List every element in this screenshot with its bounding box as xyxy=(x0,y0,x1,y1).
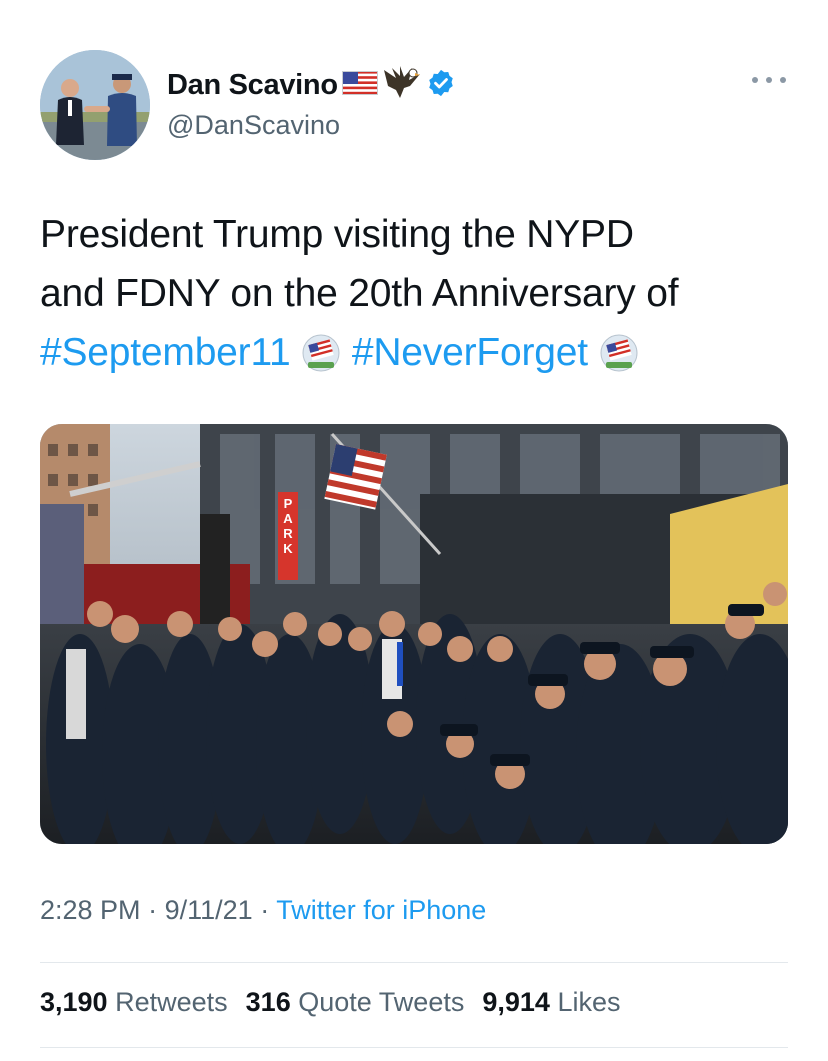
eagle-icon xyxy=(382,64,422,107)
svg-text:R: R xyxy=(283,526,293,541)
tweet-time[interactable]: 2:28 PM xyxy=(40,895,141,925)
911-remembrance-flag-icon xyxy=(599,331,639,390)
tweet-stats: 3,190 Retweets 316 Quote Tweets 9,914 Li… xyxy=(40,987,620,1018)
retweets-stat[interactable]: 3,190 Retweets xyxy=(40,987,228,1018)
hashtag-neverforget[interactable]: #NeverForget xyxy=(352,331,588,374)
911-remembrance-flag-icon xyxy=(301,331,341,390)
group-photo: P A R K xyxy=(40,424,788,844)
retweets-count: 3,190 xyxy=(40,987,108,1017)
tweet-meta: 2:28 PM · 9/11/21 · Twitter for iPhone xyxy=(40,895,486,926)
tweet-source[interactable]: Twitter for iPhone xyxy=(276,895,486,925)
more-options-icon[interactable] xyxy=(752,70,786,90)
tweet-text-line-1: President Trump visiting the NYPD xyxy=(40,213,634,256)
tweet-text: President Trump visiting the NYPD and FD… xyxy=(40,205,800,390)
avatar-photo xyxy=(40,50,150,160)
park-sign-text: P xyxy=(284,496,293,511)
likes-label: Likes xyxy=(557,987,621,1017)
likes-count: 9,914 xyxy=(482,987,550,1017)
quote-tweets-count: 316 xyxy=(245,987,291,1017)
quote-tweets-label: Quote Tweets xyxy=(298,987,465,1017)
divider xyxy=(40,1047,788,1048)
likes-stat[interactable]: 9,914 Likes xyxy=(482,987,620,1018)
tweet-photo[interactable]: P A R K xyxy=(40,424,788,844)
meta-separator: · xyxy=(260,895,270,925)
author-handle[interactable]: @DanScavino xyxy=(167,110,340,141)
author-name-row[interactable]: Dan Scavino xyxy=(167,64,456,107)
tweet-date[interactable]: 9/11/21 xyxy=(165,895,253,925)
svg-text:A: A xyxy=(283,511,293,526)
author-avatar[interactable] xyxy=(40,50,150,160)
hashtag-september11[interactable]: #September11 xyxy=(40,331,291,374)
divider xyxy=(40,962,788,963)
svg-text:K: K xyxy=(283,541,293,556)
verified-badge-icon xyxy=(426,68,456,103)
retweets-label: Retweets xyxy=(115,987,228,1017)
author-display-name[interactable]: Dan Scavino xyxy=(167,69,338,102)
quote-tweets-stat[interactable]: 316 Quote Tweets xyxy=(246,987,465,1018)
meta-separator: · xyxy=(148,895,158,925)
us-flag-icon xyxy=(341,70,378,100)
hashtag-line: #September11 #NeverForget xyxy=(40,323,800,390)
tweet-text-line-2: and FDNY on the 20th Anniversary of xyxy=(40,272,679,315)
